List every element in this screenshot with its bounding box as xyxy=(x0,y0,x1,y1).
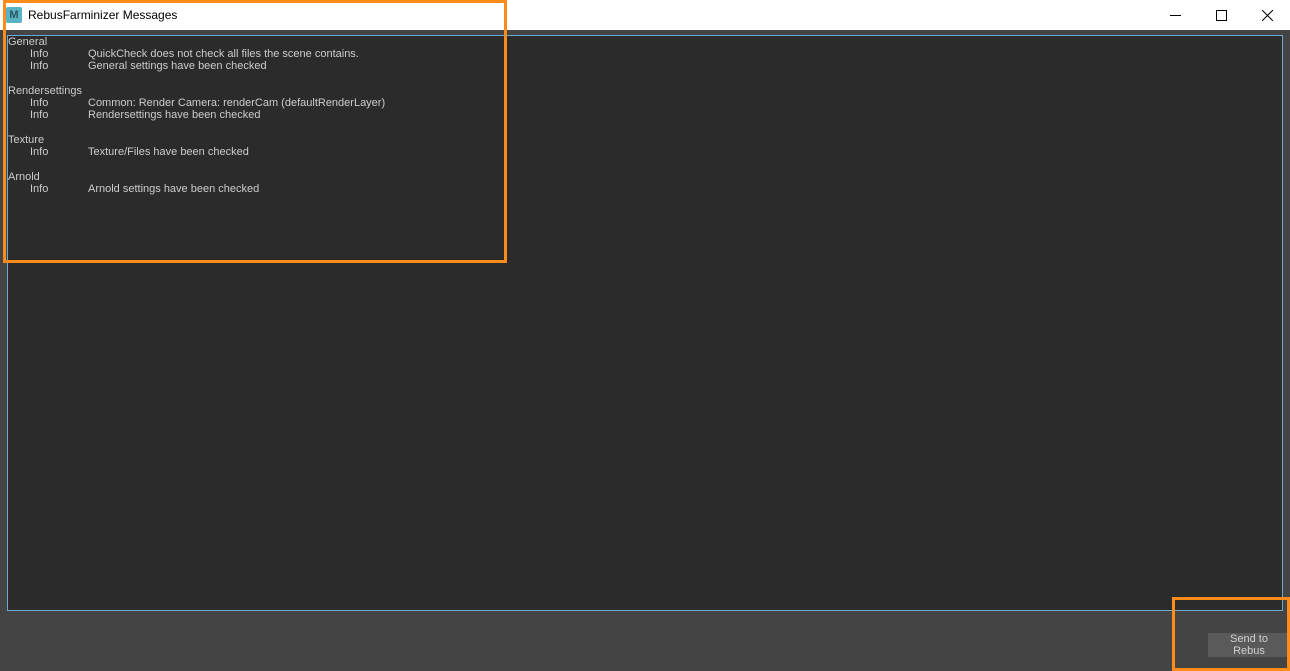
log-content: General Info QuickCheck does not check a… xyxy=(8,36,1282,195)
log-section-texture: Texture Info Texture/Files have been che… xyxy=(8,134,1282,158)
section-header: Rendersettings xyxy=(8,85,1282,97)
content-container: General Info QuickCheck does not check a… xyxy=(0,30,1290,671)
log-level: Info xyxy=(8,109,88,121)
close-button[interactable] xyxy=(1244,0,1290,30)
log-section-rendersettings: Rendersettings Info Common: Render Camer… xyxy=(8,85,1282,121)
section-header: Arnold xyxy=(8,171,1282,183)
titlebar[interactable]: M RebusFarminizer Messages xyxy=(0,0,1290,30)
log-level: Info xyxy=(8,146,88,158)
log-row: Info Rendersettings have been checked xyxy=(8,109,1282,121)
minimize-button[interactable] xyxy=(1152,0,1198,30)
log-section-general: General Info QuickCheck does not check a… xyxy=(8,36,1282,72)
send-to-rebus-button[interactable]: Send to Rebus xyxy=(1208,633,1290,657)
log-message: QuickCheck does not check all files the … xyxy=(88,48,359,60)
app-icon: M xyxy=(6,7,22,23)
log-section-arnold: Arnold Info Arnold settings have been ch… xyxy=(8,171,1282,195)
log-row: Info QuickCheck does not check all files… xyxy=(8,48,1282,60)
window-controls xyxy=(1152,0,1290,30)
log-area[interactable]: General Info QuickCheck does not check a… xyxy=(7,35,1283,611)
log-message: Arnold settings have been checked xyxy=(88,183,259,195)
log-message: Rendersettings have been checked xyxy=(88,109,260,121)
log-message: General settings have been checked xyxy=(88,60,267,72)
log-level: Info xyxy=(8,60,88,72)
log-row: Info Common: Render Camera: renderCam (d… xyxy=(8,97,1282,109)
log-message: Texture/Files have been checked xyxy=(88,146,249,158)
section-header: Texture xyxy=(8,134,1282,146)
footer: Send to Rebus xyxy=(0,611,1290,671)
log-row: Info Texture/Files have been checked xyxy=(8,146,1282,158)
window-title: RebusFarminizer Messages xyxy=(28,8,177,22)
section-header: General xyxy=(8,36,1282,48)
log-level: Info xyxy=(8,183,88,195)
log-row: Info General settings have been checked xyxy=(8,60,1282,72)
log-level: Info xyxy=(8,48,88,60)
titlebar-left: M RebusFarminizer Messages xyxy=(6,7,177,23)
maximize-button[interactable] xyxy=(1198,0,1244,30)
log-level: Info xyxy=(8,97,88,109)
log-row: Info Arnold settings have been checked xyxy=(8,183,1282,195)
log-message: Common: Render Camera: renderCam (defaul… xyxy=(88,97,385,109)
